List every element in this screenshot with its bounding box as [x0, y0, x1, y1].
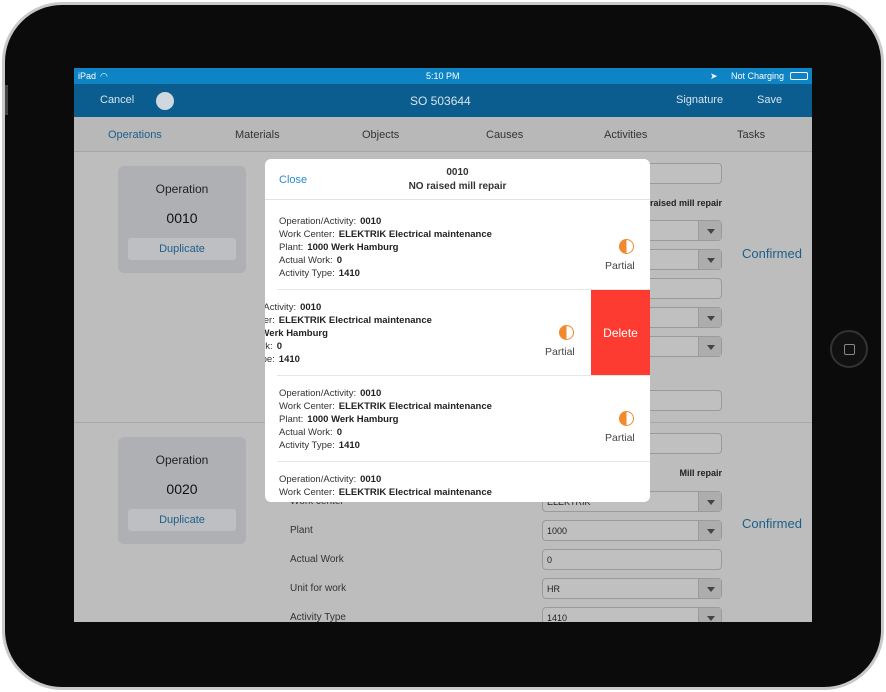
battery-icon: [790, 72, 808, 80]
delete-button[interactable]: Delete: [591, 290, 650, 376]
value: ELEKTRIK Electrical maintenance: [338, 487, 492, 498]
value: 0010: [300, 302, 322, 313]
label: Activity Type:: [279, 440, 335, 451]
value: 0010: [360, 388, 382, 399]
value: 0010: [360, 216, 382, 227]
wifi-icon: ◠: [100, 71, 108, 81]
operation-label: Operation: [155, 182, 209, 196]
label: Work Center:: [265, 315, 275, 326]
label: Plant:: [279, 242, 304, 253]
operation-number: 0010: [166, 210, 198, 226]
partial-icon: [619, 411, 634, 426]
home-button[interactable]: [830, 330, 868, 368]
value: 0: [336, 255, 342, 266]
page-title: SO 503644: [410, 94, 471, 108]
home-icon: [844, 344, 855, 355]
partial-icon: [619, 239, 634, 254]
label: Actual Work:: [265, 341, 273, 352]
activities-modal: Close 0010 NO raised mill repair Operati…: [265, 159, 650, 502]
tab-materials[interactable]: Materials: [235, 129, 280, 141]
value: 0010: [360, 474, 382, 485]
actual-work-input[interactable]: 0: [542, 549, 722, 570]
partial-icon: [559, 325, 574, 340]
value: 1000 Werk Hamburg: [307, 414, 399, 425]
tab-operations[interactable]: Operations: [108, 129, 162, 141]
label: Activity Type:: [265, 354, 275, 365]
description-text: raised mill repair: [649, 198, 722, 208]
label: Activity Type:: [279, 268, 335, 279]
activity-type-select[interactable]: 1410: [542, 607, 722, 622]
status-text: Partial: [605, 260, 635, 272]
value: 0: [276, 341, 282, 352]
description-text: Mill repair: [679, 468, 722, 478]
tab-causes[interactable]: Causes: [486, 129, 523, 141]
field-label: Unit for work: [290, 583, 347, 594]
list-item[interactable]: Operation/Activity: 0010 Work Center: ELEK…: [265, 462, 650, 502]
status-confirmed[interactable]: Confirmed: [742, 246, 802, 261]
duplicate-button[interactable]: Duplicate: [128, 238, 236, 260]
field-label: Actual Work: [290, 554, 344, 565]
modal-title: NO raised mill repair: [408, 181, 507, 192]
battery-status: Not Charging: [731, 71, 785, 81]
label: Operation/Activity:: [279, 388, 357, 399]
cancel-button[interactable]: Cancel: [100, 94, 134, 106]
value: 0: [336, 427, 342, 438]
status-text: Partial: [605, 432, 635, 444]
field-label: Plant: [290, 525, 313, 536]
tab-tasks[interactable]: Tasks: [737, 129, 765, 141]
label: Operation/Activity:: [279, 474, 357, 485]
modal-header: Close 0010 NO raised mill repair: [265, 159, 650, 200]
operation-label: Operation: [155, 453, 209, 467]
value: 1410: [338, 268, 360, 279]
avatar[interactable]: [156, 92, 174, 110]
nav-bar: Cancel SO 503644 Signature Save: [74, 84, 812, 117]
device-name: iPad: [78, 71, 97, 81]
list-item[interactable]: Operation/Activity: 0010 Work Center: ELEK…: [265, 376, 650, 462]
modal-number: 0010: [446, 167, 469, 178]
value: ELEKTRIK Electrical maintenance: [338, 401, 492, 412]
side-button: [5, 85, 8, 115]
value: ELEKTRIK Electrical maintenance: [338, 229, 492, 240]
value: 00 Werk Hamburg: [265, 328, 328, 339]
screen: iPad ◠ 5:10 PM ➤ Not Charging Cancel SO …: [74, 68, 812, 622]
clock: 5:10 PM: [426, 71, 460, 81]
plant-select[interactable]: 1000: [542, 520, 722, 541]
location-icon: ➤: [710, 71, 718, 81]
label: Work Center:: [279, 401, 335, 412]
operation-card: Operation 0010 Duplicate: [118, 166, 246, 273]
status-text: Partial: [545, 346, 575, 358]
label: Operation/Activity:: [265, 302, 297, 313]
label: Actual Work:: [279, 427, 333, 438]
status-confirmed[interactable]: Confirmed: [742, 516, 802, 531]
duplicate-button[interactable]: Duplicate: [128, 509, 236, 531]
label: Work Center:: [279, 487, 335, 498]
signature-button[interactable]: Signature: [676, 94, 723, 106]
tab-objects[interactable]: Objects: [362, 129, 399, 141]
label: Plant:: [279, 414, 304, 425]
list-item[interactable]: Operation/Activity: 0010 Work Center: ELEK…: [265, 204, 650, 290]
tab-activities[interactable]: Activities: [604, 129, 647, 141]
value: ELEKTRIK Electrical maintenance: [278, 315, 432, 326]
value: 1410: [338, 440, 360, 451]
status-bar: iPad ◠ 5:10 PM ➤ Not Charging: [74, 68, 812, 84]
list-item-swiped[interactable]: Operation/Activity:0010 Work Center:ELEK…: [265, 290, 650, 376]
value: 1410: [278, 354, 300, 365]
label: Operation/Activity:: [279, 216, 357, 227]
label: Actual Work:: [279, 255, 333, 266]
unit-select[interactable]: HR: [542, 578, 722, 599]
operation-card: Operation 0020 Duplicate: [118, 437, 246, 544]
value: 1000 Werk Hamburg: [307, 242, 399, 253]
save-button[interactable]: Save: [757, 94, 782, 106]
label: Work Center:: [279, 229, 335, 240]
operation-number: 0020: [166, 481, 198, 497]
tab-bar: Operations Materials Objects Causes Acti…: [74, 117, 812, 152]
field-label: Activity Type: [290, 612, 346, 622]
